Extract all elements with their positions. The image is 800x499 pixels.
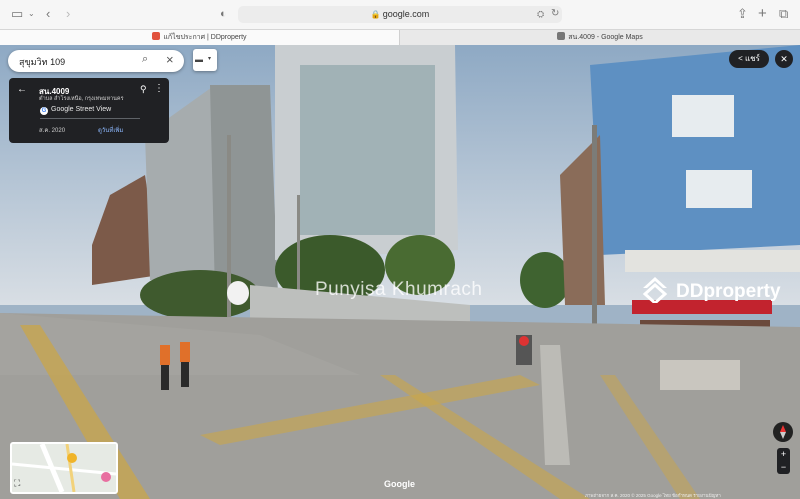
search-icon[interactable]: ⌕ — [142, 53, 148, 66]
chevron-down-icon[interactable]: ⌄ — [28, 6, 35, 22]
back-icon[interactable]: ‹ — [46, 6, 50, 22]
ddproperty-logo-icon — [641, 275, 669, 306]
zoom-control[interactable]: + − — [777, 448, 790, 474]
map-footer: ภาพถ่ายจาก ส.ค. 2020 © 2025 Google ไทย ข… — [585, 493, 721, 498]
share-button[interactable]: < แชร์ — [729, 50, 769, 68]
ddproperty-favicon-icon — [152, 32, 161, 40]
maps-favicon-icon — [557, 32, 566, 40]
capture-date: ส.ค. 2020 — [39, 128, 66, 134]
sidebar-icon[interactable]: ▭ — [11, 6, 23, 22]
lock-icon: 🔒 — [370, 10, 381, 19]
new-tab-icon[interactable]: + — [758, 6, 767, 22]
layers-button[interactable]: ▬ ▾ — [193, 49, 217, 71]
browser-toolbar: ▭ ⌄ ‹ › ◐ 🔒 google.com ⛭ ↻ ⇪ + ⧉ — [0, 0, 800, 29]
privacy-shield-icon[interactable]: ◐ — [220, 6, 227, 22]
forward-icon[interactable]: › — [66, 6, 70, 22]
location-subtitle: ตำบล สำโรงเหนือ, กรุงเทพมหานคร — [39, 96, 124, 102]
tab-label: แก้ไขประกาศ | DDproperty — [163, 34, 247, 41]
tab-bar: แก้ไขประกาศ | DDproperty สน.4009 - Googl… — [0, 29, 800, 46]
tab-label: สน.4009 - Google Maps — [568, 34, 643, 41]
divider — [40, 118, 140, 119]
more-options-icon[interactable]: ⋮ — [154, 83, 164, 94]
tab-overview-icon[interactable]: ⧉ — [779, 6, 788, 22]
provider-label: G Google Street View — [40, 106, 111, 115]
translate-icon[interactable]: ⛭ — [537, 6, 544, 22]
provider-text: Google Street View — [51, 106, 112, 113]
minimap[interactable]: ⛶ — [10, 442, 118, 494]
pin-icon[interactable]: ⚲ — [140, 84, 147, 95]
search-input[interactable]: สุขุมวิท 109 — [19, 55, 65, 69]
tab-google-maps[interactable]: สน.4009 - Google Maps — [400, 30, 800, 45]
close-icon[interactable]: × — [166, 52, 174, 67]
zoom-in-icon[interactable]: + — [777, 448, 790, 461]
minimap-image — [12, 444, 116, 492]
reload-icon[interactable]: ↻ — [551, 6, 559, 22]
tab-ddproperty[interactable]: แก้ไขประกาศ | DDproperty — [0, 30, 400, 45]
google-logo: Google — [384, 479, 415, 489]
address-bar[interactable]: 🔒 google.com — [238, 6, 562, 23]
location-info-card: ← สน.4009 ตำบล สำโรงเหนือ, กรุงเทพมหานคร… — [9, 78, 169, 143]
google-logo-icon: G — [40, 107, 48, 115]
close-street-view-button[interactable]: ✕ — [775, 50, 793, 68]
share-icon: < — [738, 54, 743, 63]
chevron-down-icon: ▾ — [208, 56, 212, 62]
layers-icon: ▬ — [195, 55, 203, 64]
share-icon[interactable]: ⇪ — [737, 6, 748, 22]
photographer-watermark: Punyisa Khumrach — [315, 279, 483, 300]
url-text: google.com — [382, 9, 430, 19]
close-icon: ✕ — [780, 54, 788, 64]
see-more-dates-link[interactable]: ดูวันที่เพิ่ม — [98, 125, 123, 135]
expand-map-icon[interactable]: ⛶ — [14, 478, 20, 489]
share-label: แชร์ — [745, 54, 760, 63]
search-box[interactable]: สุขุมวิท 109 ⌕ × — [8, 50, 184, 72]
back-arrow-icon[interactable]: ← — [17, 84, 27, 95]
zoom-out-icon[interactable]: − — [777, 461, 790, 474]
compass-icon[interactable] — [773, 422, 793, 442]
brand-watermark: DDproperty — [676, 281, 781, 302]
